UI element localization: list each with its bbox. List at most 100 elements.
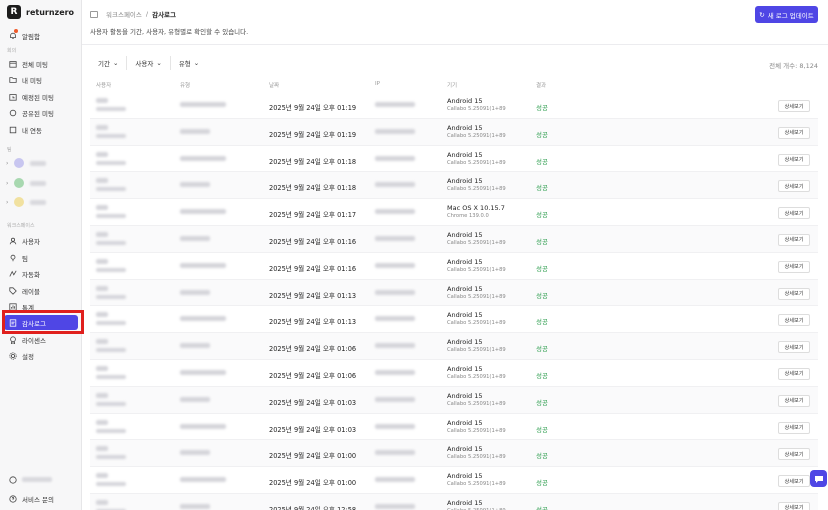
detail-button[interactable]: 상세보기	[778, 153, 810, 166]
sidebar-item-my-integrations[interactable]: 내 연동	[4, 122, 78, 137]
sidebar-item-license[interactable]: 라이센스	[4, 332, 78, 347]
device-client: Callabo 5.25091(1+89	[447, 347, 506, 354]
sidebar-item-my-meetings[interactable]: 내 미팅	[4, 72, 78, 87]
detail-button[interactable]: 상세보기	[778, 341, 810, 354]
meeting-section-label: 회의	[7, 48, 17, 54]
device-client: Callabo 5.25091(1+89	[447, 132, 506, 139]
sidebar-item-users[interactable]: 사용자	[4, 233, 78, 248]
user-name-redacted	[96, 231, 108, 237]
team-name-redacted	[30, 160, 47, 166]
sidebar-item-label: 레이블	[22, 287, 40, 296]
team-item[interactable]: ›	[6, 158, 47, 168]
event-type-redacted	[180, 289, 210, 295]
total-count: 전체 개수: 8,124	[769, 62, 818, 70]
event-type-redacted	[180, 450, 210, 456]
detail-button[interactable]: 상세보기	[778, 448, 810, 461]
filter-period[interactable]: 기간 ⌄	[90, 56, 128, 70]
ip-redacted	[375, 102, 415, 107]
ip-redacted	[375, 343, 415, 349]
team-avatar	[14, 178, 25, 188]
ip-redacted	[375, 128, 415, 134]
log-date: 2025년 9월 24일 오후 01:16	[269, 237, 357, 246]
audit-log-table: 2025년 9월 24일 오후 01:19 Android 15 Callabo…	[90, 92, 818, 510]
filter-label: 사용자	[135, 60, 154, 68]
detail-button[interactable]: 상세보기	[778, 314, 810, 327]
user-email-redacted	[96, 482, 126, 487]
table-row: 2025년 9월 24일 오후 01:06 Android 15 Callabo…	[90, 360, 818, 387]
user-name-redacted	[96, 258, 108, 264]
ip-redacted	[375, 289, 415, 295]
user-email-redacted	[96, 348, 126, 353]
update-logs-button[interactable]: ↻ 새 로그 업데이트	[755, 6, 818, 23]
sidebar-item-scheduled-meetings[interactable]: 예정된 미팅	[4, 89, 78, 104]
log-date: 2025년 9월 24일 오후 01:16	[269, 264, 357, 273]
device-info: Mac OS X 10.15.7 Chrome 139.0.0	[447, 204, 505, 220]
device-client: Callabo 5.25091(1+89	[447, 293, 506, 300]
log-date: 2025년 9월 24일 오후 01:06	[269, 371, 357, 380]
divider	[82, 44, 828, 45]
event-type-redacted	[180, 423, 226, 429]
event-type-redacted	[180, 477, 226, 483]
log-date: 2025년 9월 24일 오후 01:03	[269, 398, 357, 407]
detail-button[interactable]: 상세보기	[778, 475, 810, 488]
device-name: Android 15	[447, 97, 483, 105]
result-status: 성공	[536, 398, 548, 407]
device-client: Callabo 5.25091(1+89	[447, 427, 506, 434]
sidebar: R returnzero 알림함 회의 전체 미팅 내 미팅 예정된 미팅 공유…	[0, 0, 84, 510]
filter-type[interactable]: 유형 ⌄	[171, 56, 207, 70]
help-icon	[9, 494, 17, 503]
team-item[interactable]: ›	[6, 178, 47, 188]
brand-name: returnzero	[26, 7, 75, 17]
license-icon	[9, 335, 17, 344]
user-name-redacted	[22, 477, 52, 482]
device-client: Callabo 5.25091(1+89	[447, 374, 506, 381]
user-profile[interactable]	[4, 472, 78, 487]
sidebar-item-shared-meetings[interactable]: 공유된 미팅	[4, 105, 78, 120]
detail-button[interactable]: 상세보기	[778, 233, 810, 246]
user-email-redacted	[96, 187, 126, 192]
detail-button[interactable]: 상세보기	[778, 207, 810, 220]
device-info: Android 15 Callabo 5.25091(1+89	[447, 311, 506, 327]
detail-button[interactable]: 상세보기	[778, 394, 810, 407]
device-client: Callabo 5.25091(1+89	[447, 400, 506, 407]
sidebar-item-labels[interactable]: 레이블	[4, 283, 78, 298]
device-name: Android 15	[447, 311, 483, 320]
filter-user[interactable]: 사용자 ⌄	[127, 56, 171, 70]
user-email-redacted	[96, 374, 126, 379]
detail-button[interactable]: 상세보기	[778, 367, 810, 380]
detail-button[interactable]: 상세보기	[778, 180, 810, 193]
detail-button[interactable]: 상세보기	[778, 100, 810, 112]
device-client: Chrome 139.0.0	[447, 213, 489, 220]
detail-button[interactable]: 상세보기	[778, 421, 810, 434]
chat-support-button[interactable]	[810, 470, 827, 487]
device-info: Android 15 Callabo 5.25091(1+89	[447, 365, 506, 381]
breadcrumb-parent[interactable]: 워크스페이스	[106, 9, 142, 19]
sidebar-item-all-meetings[interactable]: 전체 미팅	[4, 56, 78, 71]
chat-icon	[814, 475, 823, 483]
tag-icon	[9, 286, 17, 295]
table-row: 2025년 9월 24일 오후 01:03 Android 15 Callabo…	[90, 386, 818, 414]
sidebar-item-label: 예정된 미팅	[22, 93, 54, 102]
log-date: 2025년 9월 24일 오후 01:00	[269, 452, 357, 461]
user-email-redacted	[96, 107, 126, 111]
team-item[interactable]: ›	[6, 197, 47, 207]
sidebar-item-support[interactable]: 서비스 문의	[4, 491, 78, 506]
detail-button[interactable]: 상세보기	[778, 501, 810, 510]
user-email-redacted	[96, 160, 126, 165]
automation-icon	[9, 270, 17, 278]
device-name: Android 15	[447, 391, 483, 400]
result-status: 성공	[536, 291, 548, 300]
sidebar-item-label: 팀	[22, 254, 28, 263]
brand[interactable]: R returnzero	[7, 5, 74, 19]
sidebar-toggle-icon[interactable]	[90, 10, 98, 18]
log-date: 2025년 9월 24일 오후 01:06	[269, 345, 357, 354]
sidebar-item-automation[interactable]: 자동화	[4, 266, 78, 281]
user-email-redacted	[96, 294, 126, 299]
detail-button[interactable]: 상세보기	[778, 126, 810, 139]
chevron-down-icon: ⌄	[112, 59, 119, 67]
detail-button[interactable]: 상세보기	[778, 260, 810, 273]
sidebar-item-settings[interactable]: 설정	[4, 348, 78, 363]
detail-button[interactable]: 상세보기	[778, 287, 810, 300]
sidebar-item-team[interactable]: 팀	[4, 250, 78, 265]
user-email-redacted	[96, 267, 126, 272]
